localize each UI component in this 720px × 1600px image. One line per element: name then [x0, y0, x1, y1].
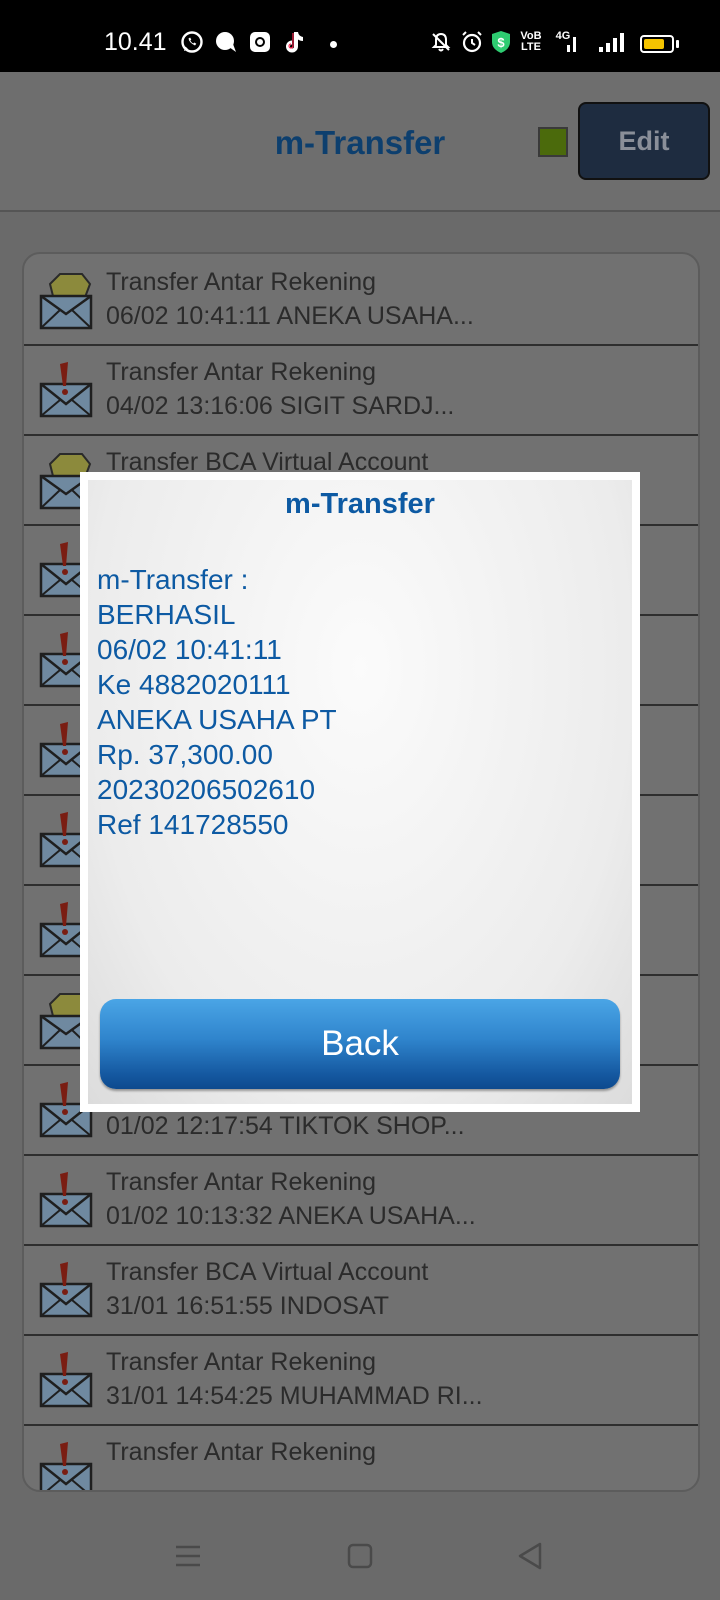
- envelope-alert-icon: [38, 1260, 94, 1320]
- list-item-subtitle: 31/01 16:51:55 INDOSAT: [106, 1292, 390, 1320]
- dialog-message-line: ANEKA USAHA PT: [97, 704, 337, 735]
- list-item[interactable]: Transfer Antar Rekening 01/02 10:13:32 AN…: [24, 1154, 698, 1246]
- dialog-message: m-Transfer : BERHASIL 06/02 10:41:11 Ke 488…: [97, 562, 337, 842]
- status-bar: 10.41 $ VoB LTE 4G: [0, 0, 720, 72]
- dialog-message-line: BERHASIL: [97, 599, 236, 630]
- battery-icon: [640, 35, 674, 53]
- app-header: m-Transfer Edit: [0, 72, 720, 212]
- list-item[interactable]: Transfer Antar Rekening 31/01 14:54:25 MU…: [24, 1334, 698, 1426]
- home-icon[interactable]: [338, 1534, 382, 1578]
- list-item-title: Transfer Antar Rekening: [106, 268, 377, 296]
- connection-status-indicator: [538, 127, 568, 157]
- 4g-signal-bars-icon: [566, 30, 578, 54]
- list-item[interactable]: Transfer BCA Virtual Account 31/01 16:51:…: [24, 1244, 698, 1336]
- volte-icon: VoB LTE: [520, 30, 542, 53]
- back-button[interactable]: Back: [100, 999, 620, 1089]
- dialog-message-line: 06/02 10:41:11: [97, 634, 282, 665]
- tiktok-icon: [282, 30, 306, 54]
- list-item-subtitle: 06/02 10:41:11 ANEKA USAHA...: [106, 302, 474, 330]
- list-item[interactable]: Transfer Antar Rekening 04/02 13:16:06 SI…: [24, 344, 698, 436]
- list-item-subtitle: 01/02 10:13:32 ANEKA USAHA...: [106, 1202, 476, 1230]
- list-item-subtitle: 01/02 12:17:54 TIKTOK SHOP...: [106, 1112, 465, 1140]
- instagram-icon: [248, 30, 272, 54]
- open-envelope-icon: [38, 270, 94, 330]
- mute-icon: [430, 30, 452, 54]
- dialog-message-line: Ref 141728550: [97, 809, 289, 840]
- svg-text:$: $: [497, 35, 505, 50]
- transfer-result-dialog: m-Transfer m-Transfer : BERHASIL 06/02 10:…: [80, 472, 640, 1112]
- list-item-title: Transfer Antar Rekening: [106, 1168, 377, 1196]
- edit-button[interactable]: Edit: [578, 102, 710, 180]
- battery-level: [644, 39, 664, 49]
- whatsapp-icon: [180, 30, 204, 54]
- envelope-alert-icon: [38, 360, 94, 420]
- dialog-body: m-Transfer m-Transfer : BERHASIL 06/02 10:…: [88, 480, 632, 1104]
- envelope-alert-icon: [38, 1440, 94, 1490]
- dialog-message-line: Ke 4882020111: [97, 669, 291, 700]
- alarm-icon: [460, 30, 484, 54]
- list-item-title: Transfer BCA Virtual Account: [106, 1258, 429, 1286]
- list-item[interactable]: Transfer Antar Rekening: [24, 1424, 698, 1490]
- cell-signal-icon: [598, 30, 624, 54]
- dot-icon: [330, 41, 337, 48]
- list-item-title: Transfer Antar Rekening: [106, 1438, 377, 1466]
- shield-icon: $: [490, 30, 512, 54]
- dialog-title: m-Transfer: [285, 488, 435, 520]
- envelope-alert-icon: [38, 1170, 94, 1230]
- list-item-title: Transfer Antar Rekening: [106, 358, 377, 386]
- status-time: 10.41: [104, 28, 167, 56]
- battery-tip: [676, 40, 679, 48]
- dialog-message-line: m-Transfer :: [97, 564, 249, 595]
- navigation-bar: [0, 1512, 720, 1600]
- menu-icon[interactable]: [166, 1534, 210, 1578]
- back-icon[interactable]: [508, 1534, 552, 1578]
- list-item-subtitle: 31/01 14:54:25 MUHAMMAD RI...: [106, 1382, 483, 1410]
- list-item-subtitle: 04/02 13:16:06 SIGIT SARDJ...: [106, 392, 455, 420]
- dialog-message-line: 20230206502610: [97, 774, 316, 805]
- list-item[interactable]: Transfer Antar Rekening 06/02 10:41:11 AN…: [24, 254, 698, 346]
- list-item-title: Transfer Antar Rekening: [106, 1348, 377, 1376]
- chat-bubble-icon: [214, 30, 238, 54]
- envelope-alert-icon: [38, 1350, 94, 1410]
- dialog-message-line: Rp. 37,300.00: [97, 739, 273, 770]
